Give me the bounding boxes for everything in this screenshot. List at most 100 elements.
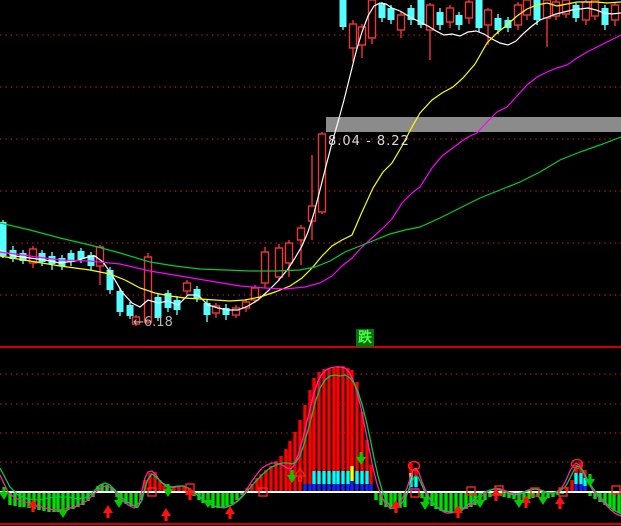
histogram-bar <box>444 493 447 512</box>
histogram-bar <box>332 471 335 484</box>
histogram-bar <box>365 471 368 484</box>
histogram-bar <box>612 493 615 511</box>
histogram-bar <box>579 484 582 491</box>
candlestick-panel[interactable] <box>0 0 621 348</box>
indicator-svg <box>0 348 621 526</box>
candle-up <box>184 283 191 291</box>
histogram-bar <box>570 480 573 491</box>
candle-up <box>298 228 305 240</box>
histogram-bar <box>355 484 358 491</box>
histogram-bar <box>420 493 423 498</box>
candle-up <box>485 10 492 25</box>
candle-up <box>286 243 293 263</box>
histogram-bar <box>322 484 325 491</box>
histogram-bar <box>13 493 16 506</box>
histogram-bar <box>414 477 417 487</box>
sell-arrow-down <box>0 487 9 500</box>
histogram-bar <box>341 366 344 471</box>
buy-arrow-up <box>161 508 171 521</box>
histogram-bar <box>488 493 491 497</box>
candle-down <box>388 8 395 20</box>
histogram-bar <box>350 370 353 466</box>
chart-window: 8.04 - 8.22 ←6.18 跌 <box>0 0 621 526</box>
histogram-bar <box>288 441 291 491</box>
ma-magenta <box>0 35 621 289</box>
ma-green <box>0 137 621 271</box>
candle-up <box>233 308 240 315</box>
histogram-bar <box>346 368 349 471</box>
buy-arrow-up <box>555 496 565 509</box>
candle-up <box>466 2 473 18</box>
histogram-bar <box>355 471 358 484</box>
histogram-bar <box>369 484 372 491</box>
histogram-bar <box>221 493 224 507</box>
histogram-bar <box>225 493 228 506</box>
candle-up <box>447 8 454 22</box>
histogram-bar <box>449 493 452 513</box>
candle-down <box>437 12 444 25</box>
candle-up <box>97 247 104 266</box>
candle-up <box>276 248 283 277</box>
candlestick-svg <box>0 0 621 348</box>
histogram-bar <box>332 368 335 471</box>
histogram-bar <box>317 484 320 491</box>
histogram-bar <box>574 473 577 484</box>
histogram-bar <box>284 449 287 491</box>
histogram-bar <box>350 481 353 491</box>
histogram-bar <box>574 484 577 491</box>
histogram-bar <box>317 471 320 484</box>
histogram-bar <box>346 484 349 491</box>
candle-down <box>476 0 483 28</box>
histogram-bar <box>360 484 363 491</box>
histogram-bar <box>369 465 372 484</box>
histogram-bar <box>230 493 233 504</box>
histogram-bar <box>365 484 368 491</box>
histogram-bar <box>22 493 25 507</box>
candle-down <box>49 256 56 264</box>
histogram-bar <box>360 471 363 484</box>
histogram-bar <box>327 484 330 491</box>
histogram-bar <box>327 471 330 484</box>
candle-up <box>398 15 405 30</box>
candle-down <box>495 18 502 30</box>
histogram-bar <box>312 484 315 491</box>
histogram-bar <box>350 466 353 481</box>
histogram-bar <box>579 473 582 484</box>
candle-up <box>262 252 269 283</box>
panel-bottom-border <box>0 523 621 525</box>
histogram-bar <box>341 484 344 491</box>
low-price-annotation: ←6.18 <box>133 316 173 330</box>
histogram-bar <box>336 366 339 471</box>
candle-down <box>573 5 580 18</box>
histogram-bar <box>336 471 339 484</box>
histogram-bar <box>560 493 563 494</box>
histogram-bar <box>588 493 591 496</box>
histogram-bar <box>583 486 586 491</box>
candle-up <box>350 24 357 48</box>
histogram-bar <box>327 368 330 471</box>
indicator-panel[interactable] <box>0 348 621 526</box>
histogram-bar <box>617 493 620 513</box>
buy-arrow-up <box>225 506 235 519</box>
candle-up <box>359 27 366 45</box>
histogram-bar <box>303 484 306 491</box>
histogram-bar <box>66 493 69 510</box>
candle-down <box>534 0 541 20</box>
buy-arrow-up <box>103 505 113 518</box>
candle-down <box>456 15 463 25</box>
candle-down <box>117 291 124 312</box>
histogram-bar <box>374 493 377 500</box>
candle-down <box>379 4 386 18</box>
histogram-bar <box>341 471 344 484</box>
histogram-bar <box>308 484 311 491</box>
histogram-bar <box>312 471 315 484</box>
candle-up <box>612 5 619 20</box>
fall-badge: 跌 <box>356 329 374 347</box>
histogram-bar <box>322 471 325 484</box>
histogram-bar <box>37 493 40 510</box>
histogram-bar <box>216 493 219 508</box>
price-range-label: 8.04 - 8.22 <box>328 135 410 149</box>
histogram-bar <box>332 484 335 491</box>
histogram-bar <box>269 466 272 491</box>
histogram-bar <box>346 471 349 484</box>
